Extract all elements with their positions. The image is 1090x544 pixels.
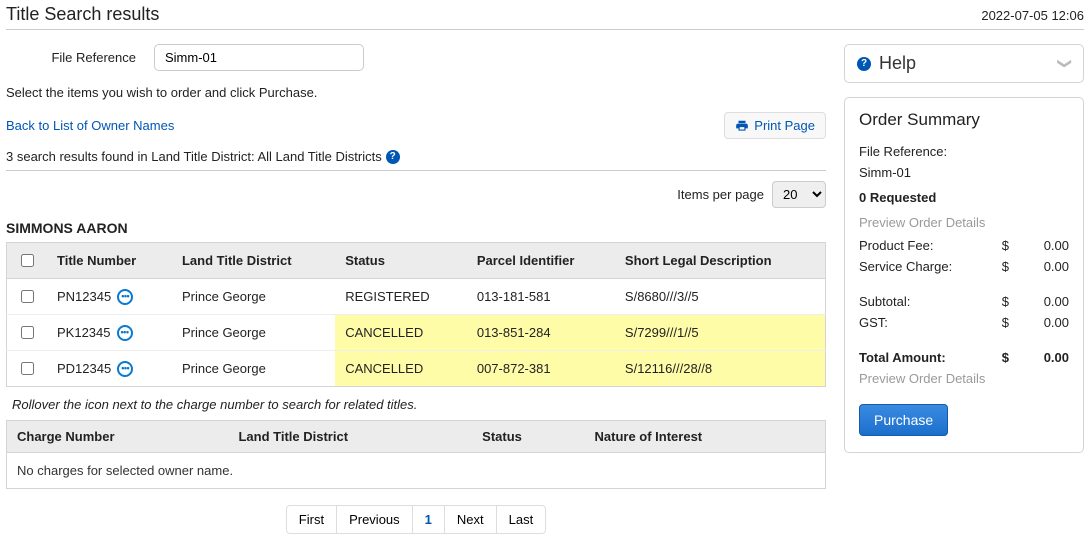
col-legal: Short Legal Description	[615, 243, 826, 279]
instruction-text: Select the items you wish to order and c…	[6, 85, 826, 100]
chevron-down-icon: ❯	[1057, 58, 1074, 70]
table-row: PK12345 ••• Prince GeorgeCANCELLED013-851-…	[7, 315, 826, 351]
col-charge-status: Status	[472, 421, 584, 453]
back-link[interactable]: Back to List of Owner Names	[6, 118, 174, 133]
gst-amount: 0.00	[1009, 315, 1069, 330]
title-number: PD12345	[57, 361, 111, 376]
title-number: PK12345	[57, 325, 111, 340]
total-row: Total Amount: $ 0.00	[859, 350, 1069, 365]
rollover-hint: Rollover the icon next to the charge num…	[12, 397, 826, 412]
table-row: PN12345 ••• Prince GeorgeREGISTERED013-181…	[7, 279, 826, 315]
items-per-page-select[interactable]: 20	[772, 181, 826, 208]
file-reference-label: File Reference	[6, 50, 136, 65]
cell-district: Prince George	[172, 351, 335, 387]
print-page-button[interactable]: Print Page	[724, 112, 826, 139]
no-charges-message: No charges for selected owner name.	[7, 453, 826, 489]
col-title-number: Title Number	[47, 243, 172, 279]
title-number: PN12345	[57, 289, 111, 304]
gst-currency: $	[989, 315, 1009, 330]
subtotal-currency: $	[989, 294, 1009, 309]
cell-parcel: 013-851-284	[467, 315, 615, 351]
col-parcel: Parcel Identifier	[467, 243, 615, 279]
related-titles-icon[interactable]: •••	[117, 361, 133, 377]
summary-fileref-label: File Reference:	[859, 144, 1069, 159]
pager-page-1[interactable]: 1	[412, 505, 445, 534]
cell-legal: S/8680///3//5	[615, 279, 826, 315]
pager-last[interactable]: Last	[496, 505, 547, 534]
help-icon[interactable]: ?	[386, 150, 400, 164]
fee-amount: 0.00	[1009, 259, 1069, 274]
col-charge-nature: Nature of Interest	[585, 421, 826, 453]
cell-legal: S/7299///1//5	[615, 315, 826, 351]
pager: First Previous 1 Next Last	[6, 505, 826, 534]
subtotal-row: Subtotal: $ 0.00	[859, 294, 1069, 309]
print-icon	[735, 119, 749, 133]
summary-requested: 0 Requested	[859, 190, 1069, 205]
row-checkbox[interactable]	[21, 326, 34, 339]
subtotal-label: Subtotal:	[859, 294, 989, 309]
total-label: Total Amount:	[859, 350, 989, 365]
cell-parcel: 007-872-381	[467, 351, 615, 387]
help-panel-icon: ?	[857, 57, 871, 71]
purchase-button[interactable]: Purchase	[859, 404, 948, 436]
select-all-checkbox[interactable]	[21, 254, 34, 267]
fee-row: Service Charge: $ 0.00	[859, 259, 1069, 274]
gst-row: GST: $ 0.00	[859, 315, 1069, 330]
preview-order-details-bottom: Preview Order Details	[859, 371, 1069, 386]
fee-currency: $	[989, 238, 1009, 253]
print-page-label: Print Page	[754, 118, 815, 133]
summary-fileref-value: Simm-01	[859, 165, 1069, 180]
col-charge-district: Land Title District	[228, 421, 472, 453]
results-summary-text: 3 search results found in Land Title Dis…	[6, 149, 382, 164]
owner-name: SIMMONS AARON	[6, 220, 826, 236]
fee-amount: 0.00	[1009, 238, 1069, 253]
related-titles-icon[interactable]: •••	[117, 325, 133, 341]
table-row: No charges for selected owner name.	[7, 453, 826, 489]
table-row: PD12345 ••• Prince GeorgeCANCELLED007-872-…	[7, 351, 826, 387]
order-summary-panel: Order Summary File Reference: Simm-01 0 …	[844, 97, 1084, 453]
subtotal-amount: 0.00	[1009, 294, 1069, 309]
cell-status: CANCELLED	[335, 315, 467, 351]
col-district: Land Title District	[172, 243, 335, 279]
cell-status: CANCELLED	[335, 351, 467, 387]
col-status: Status	[335, 243, 467, 279]
order-summary-title: Order Summary	[859, 110, 1069, 130]
help-panel-title: Help	[879, 53, 1051, 74]
items-per-page-label: Items per page	[677, 187, 764, 202]
pager-prev[interactable]: Previous	[336, 505, 413, 534]
gst-label: GST:	[859, 315, 989, 330]
fee-label: Service Charge:	[859, 259, 989, 274]
total-currency: $	[989, 350, 1009, 365]
preview-order-details-top: Preview Order Details	[859, 215, 1069, 230]
charges-table: Charge Number Land Title District Status…	[6, 420, 826, 489]
help-panel[interactable]: ? Help ❯	[844, 44, 1084, 83]
cell-parcel: 013-181-581	[467, 279, 615, 315]
pager-first[interactable]: First	[286, 505, 337, 534]
file-reference-input[interactable]	[154, 44, 364, 71]
timestamp: 2022-07-05 12:06	[981, 8, 1084, 23]
fee-row: Product Fee: $ 0.00	[859, 238, 1069, 253]
fee-currency: $	[989, 259, 1009, 274]
row-checkbox[interactable]	[21, 362, 34, 375]
page-title: Title Search results	[6, 4, 159, 25]
total-amount: 0.00	[1009, 350, 1069, 365]
related-titles-icon[interactable]: •••	[117, 289, 133, 305]
col-charge-number: Charge Number	[7, 421, 229, 453]
titles-table: Title Number Land Title District Status …	[6, 242, 826, 387]
fee-label: Product Fee:	[859, 238, 989, 253]
cell-district: Prince George	[172, 315, 335, 351]
row-checkbox[interactable]	[21, 290, 34, 303]
cell-status: REGISTERED	[335, 279, 467, 315]
pager-next[interactable]: Next	[444, 505, 497, 534]
cell-legal: S/12116///28//8	[615, 351, 826, 387]
cell-district: Prince George	[172, 279, 335, 315]
